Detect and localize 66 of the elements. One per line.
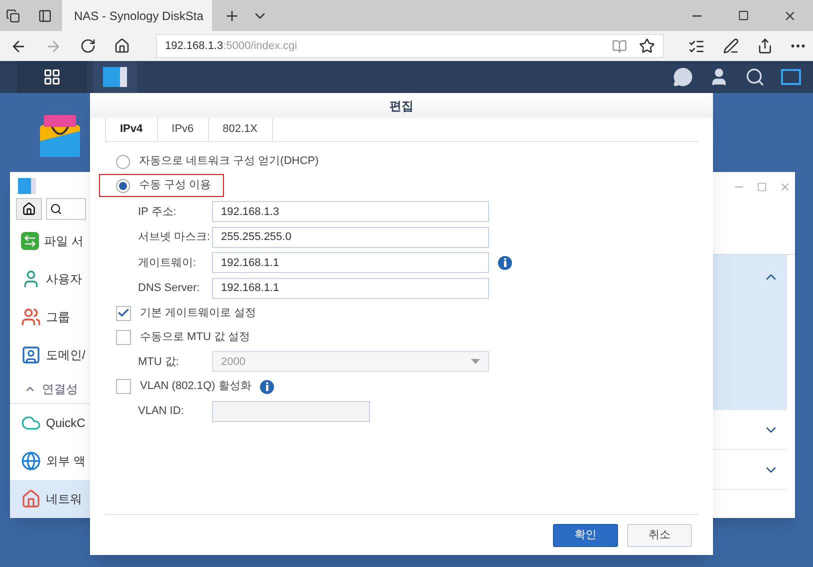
tab[interactable]: IPv6 bbox=[158, 118, 209, 141]
radio-option[interactable]: 자동으로 네트워크 구성 얻기(DHCP) bbox=[99, 150, 332, 173]
sidebar-item[interactable]: 파일 서 bbox=[10, 222, 90, 260]
house-icon bbox=[21, 489, 41, 509]
field-label: 서브넷 마스크: bbox=[137, 230, 212, 245]
control-panel-taskbar-button[interactable] bbox=[93, 61, 137, 93]
checkbox[interactable] bbox=[116, 306, 131, 320]
field-label: IP 주소: bbox=[137, 204, 178, 220]
input-field[interactable]: 255.255.255.0 bbox=[212, 226, 489, 248]
panel-app-icon bbox=[103, 67, 127, 87]
checkbox-label: VLAN (802.1Q) 활성화 bbox=[140, 379, 252, 394]
tab[interactable]: IPv4 bbox=[105, 118, 158, 141]
checkbox-label: 기본 게이트웨이로 설정 bbox=[140, 306, 256, 321]
home-icon[interactable] bbox=[114, 38, 130, 54]
browser-tab[interactable]: NAS - Synology DiskSta bbox=[62, 0, 212, 31]
checkbox[interactable] bbox=[116, 330, 131, 344]
set-aside-icon[interactable] bbox=[38, 8, 52, 22]
dropdown-caret-icon bbox=[471, 359, 480, 364]
url-text: 192.168.1.3:5000/index.cgi bbox=[165, 38, 298, 54]
reading-view-icon[interactable] bbox=[612, 38, 627, 54]
field-label: DNS Server: bbox=[137, 281, 201, 296]
checkbox-label: 수동으로 MTU 값 설정 bbox=[140, 330, 250, 345]
tabs-icon[interactable] bbox=[6, 8, 20, 22]
search-icon[interactable] bbox=[745, 67, 765, 87]
field-label: MTU 값: bbox=[137, 354, 180, 370]
widgets-icon[interactable] bbox=[781, 69, 801, 85]
pen-icon[interactable] bbox=[723, 38, 739, 54]
info-icon[interactable] bbox=[498, 256, 512, 270]
confirm-button[interactable]: 확인 bbox=[553, 524, 618, 546]
address-field[interactable]: 192.168.1.3:5000/index.cgi bbox=[156, 34, 664, 58]
main-menu-button[interactable] bbox=[17, 61, 87, 93]
field-label: 게이트웨이: bbox=[137, 256, 198, 270]
sidebar-item[interactable]: 네트워 bbox=[10, 480, 90, 518]
field-label: VLAN ID: bbox=[137, 404, 185, 419]
radio-button[interactable] bbox=[116, 178, 130, 192]
refresh-icon[interactable] bbox=[80, 38, 96, 54]
favorite-star-icon[interactable] bbox=[639, 38, 655, 54]
search-field[interactable] bbox=[46, 198, 86, 220]
tab[interactable]: 802.1X bbox=[208, 118, 273, 141]
radio-option[interactable]: 수동 구성 이용 bbox=[99, 174, 224, 197]
dialog-title: 편집 bbox=[390, 98, 414, 114]
share-icon[interactable] bbox=[757, 38, 773, 54]
input-field[interactable]: 192.168.1.3 bbox=[212, 201, 489, 222]
grid-icon bbox=[43, 68, 61, 86]
panel-app-icon bbox=[18, 178, 36, 194]
arrows-icon bbox=[21, 232, 39, 250]
users-icon bbox=[21, 307, 41, 327]
search-icon bbox=[50, 203, 62, 215]
input-field[interactable]: 192.168.1.1 bbox=[212, 278, 489, 299]
sidebar-item[interactable]: 그룹 bbox=[10, 298, 90, 336]
maximize-icon[interactable] bbox=[738, 10, 749, 21]
sidebar-item[interactable]: QuickC bbox=[10, 404, 90, 442]
home-button[interactable] bbox=[16, 198, 42, 220]
sidebar-item[interactable]: 도메인/ bbox=[10, 336, 90, 374]
radio-button[interactable] bbox=[116, 154, 130, 168]
sidebar-item[interactable]: 외부 액 bbox=[10, 442, 90, 480]
info-icon[interactable] bbox=[260, 380, 274, 394]
cancel-button[interactable]: 취소 bbox=[627, 524, 692, 546]
chat-icon[interactable] bbox=[673, 67, 693, 87]
input-field[interactable]: 192.168.1.1 bbox=[212, 252, 489, 274]
id-card-icon bbox=[21, 345, 41, 365]
home-icon bbox=[22, 202, 36, 216]
sidebar-item[interactable]: 사용자 bbox=[10, 260, 90, 298]
globe-icon bbox=[21, 451, 41, 471]
checkbox[interactable] bbox=[116, 379, 131, 394]
new-tab-icon[interactable] bbox=[224, 8, 240, 24]
